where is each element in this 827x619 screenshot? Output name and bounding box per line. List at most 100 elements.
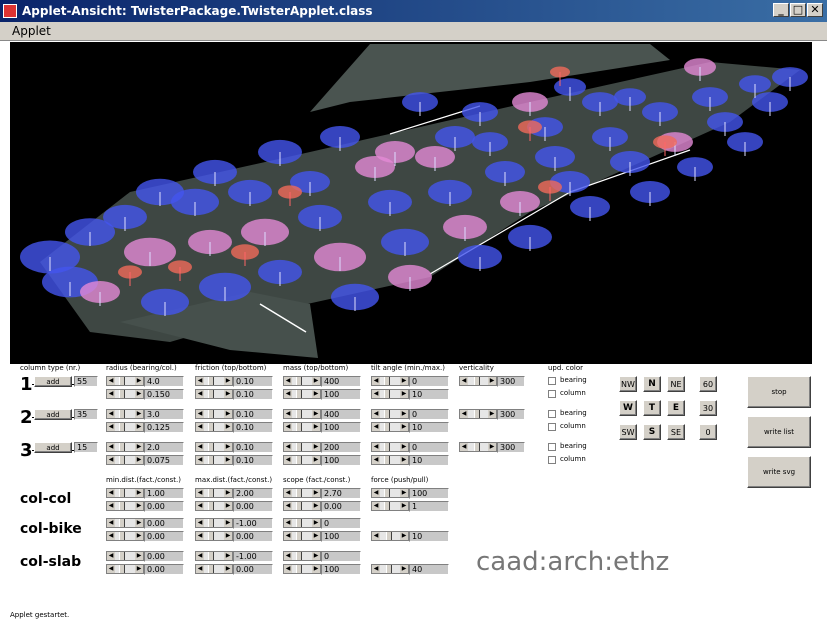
arrow-right-icon[interactable]: ▶ [135, 519, 143, 527]
arrow-right-icon[interactable]: ▶ [312, 410, 320, 418]
slider-thumb[interactable] [119, 532, 125, 540]
arrow-left-icon[interactable]: ◀ [107, 565, 115, 573]
arrow-right-icon[interactable]: ▶ [224, 489, 232, 497]
view-nw-button[interactable]: NW [619, 376, 637, 392]
max-dist-field-2[interactable]: 0.00 [233, 564, 273, 575]
arrow-left-icon[interactable]: ◀ [372, 489, 380, 497]
arrow-right-icon[interactable]: ▶ [312, 552, 320, 560]
arrow-right-icon[interactable]: ▶ [400, 532, 408, 540]
friction-field-1[interactable]: 0.10 [233, 442, 273, 453]
arrow-right-icon[interactable]: ▶ [135, 423, 143, 431]
radius-field-2[interactable]: 0.125 [144, 422, 184, 433]
slider-thumb[interactable] [384, 456, 390, 464]
arrow-left-icon[interactable]: ◀ [284, 502, 292, 510]
max-dist-slider-2[interactable]: ◀ ▶ [195, 564, 233, 574]
arrow-left-icon[interactable]: ◀ [284, 489, 292, 497]
arrow-left-icon[interactable]: ◀ [372, 377, 380, 385]
tilt-slider-1[interactable]: ◀ ▶ [371, 409, 409, 419]
slider-thumb[interactable] [208, 410, 214, 418]
tilt-slider-2[interactable]: ◀ ▶ [371, 422, 409, 432]
menu-applet[interactable]: Applet [12, 24, 51, 38]
write-svg-button[interactable]: write svg [747, 456, 811, 488]
arrow-right-icon[interactable]: ▶ [312, 519, 320, 527]
mass-slider-1[interactable]: ◀ ▶ [283, 409, 321, 419]
tilt-field-1[interactable]: 0 [409, 376, 449, 387]
slider-thumb[interactable] [208, 502, 214, 510]
arrow-left-icon[interactable]: ◀ [372, 390, 380, 398]
arrow-left-icon[interactable]: ◀ [196, 532, 204, 540]
arrow-right-icon[interactable]: ▶ [224, 532, 232, 540]
radius-field-2[interactable]: 0.150 [144, 389, 184, 400]
force-slider-2[interactable]: ◀ ▶ [371, 501, 409, 511]
mass-field-1[interactable]: 200 [321, 442, 361, 453]
slider-thumb[interactable] [474, 377, 480, 385]
min-dist-field-2[interactable]: 0.00 [144, 531, 184, 542]
mass-slider-2[interactable]: ◀ ▶ [283, 455, 321, 465]
slider-thumb[interactable] [208, 377, 214, 385]
mass-field-1[interactable]: 400 [321, 409, 361, 420]
mass-field-2[interactable]: 100 [321, 455, 361, 466]
arrow-right-icon[interactable]: ▶ [400, 377, 408, 385]
friction-slider-1[interactable]: ◀ ▶ [195, 442, 233, 452]
column-count-field[interactable]: 15 [74, 442, 98, 453]
arrow-left-icon[interactable]: ◀ [107, 489, 115, 497]
arrow-left-icon[interactable]: ◀ [196, 390, 204, 398]
arrow-left-icon[interactable]: ◀ [196, 489, 204, 497]
view-n-button[interactable]: N [643, 376, 661, 392]
arrow-right-icon[interactable]: ▶ [400, 443, 408, 451]
arrow-right-icon[interactable]: ▶ [312, 565, 320, 573]
mass-field-2[interactable]: 100 [321, 389, 361, 400]
tilt-field-2[interactable]: 10 [409, 422, 449, 433]
color-bearing-checkbox[interactable] [548, 410, 556, 418]
slider-thumb[interactable] [119, 565, 125, 573]
arrow-right-icon[interactable]: ▶ [400, 489, 408, 497]
slider-thumb[interactable] [296, 489, 302, 497]
simulation-canvas[interactable] [10, 42, 812, 364]
verticality-slider[interactable]: ◀ ▶ [459, 442, 497, 452]
add-column-button[interactable]: add [34, 442, 72, 453]
arrow-left-icon[interactable]: ◀ [372, 532, 380, 540]
color-bearing-checkbox[interactable] [548, 443, 556, 451]
radius-field-1[interactable]: 3.0 [144, 409, 184, 420]
arrow-left-icon[interactable]: ◀ [284, 423, 292, 431]
slider-thumb[interactable] [296, 532, 302, 540]
slider-thumb[interactable] [208, 489, 214, 497]
slider-thumb[interactable] [384, 502, 390, 510]
arrow-right-icon[interactable]: ▶ [135, 390, 143, 398]
friction-field-1[interactable]: 0.10 [233, 409, 273, 420]
arrow-left-icon[interactable]: ◀ [196, 456, 204, 464]
arrow-left-icon[interactable]: ◀ [107, 502, 115, 510]
tilt-slider-1[interactable]: ◀ ▶ [371, 442, 409, 452]
scope-field-2[interactable]: 100 [321, 531, 361, 542]
arrow-right-icon[interactable]: ▶ [312, 423, 320, 431]
arrow-left-icon[interactable]: ◀ [284, 410, 292, 418]
arrow-right-icon[interactable]: ▶ [224, 377, 232, 385]
slider-thumb[interactable] [119, 552, 125, 560]
arrow-right-icon[interactable]: ▶ [488, 377, 496, 385]
arrow-left-icon[interactable]: ◀ [107, 443, 115, 451]
slider-thumb[interactable] [208, 532, 214, 540]
arrow-right-icon[interactable]: ▶ [312, 532, 320, 540]
force-slider-1[interactable]: ◀ ▶ [371, 488, 409, 498]
arrow-right-icon[interactable]: ▶ [312, 502, 320, 510]
force-field[interactable]: 10 [409, 531, 449, 542]
arrow-left-icon[interactable]: ◀ [196, 552, 204, 560]
slider-thumb[interactable] [119, 423, 125, 431]
force-field-1[interactable]: 100 [409, 488, 449, 499]
maximize-button[interactable]: □ [790, 3, 806, 17]
arrow-left-icon[interactable]: ◀ [284, 532, 292, 540]
radius-field-1[interactable]: 4.0 [144, 376, 184, 387]
friction-slider-1[interactable]: ◀ ▶ [195, 376, 233, 386]
max-dist-slider-1[interactable]: ◀ ▶ [195, 518, 233, 528]
min-dist-slider-2[interactable]: ◀ ▶ [106, 531, 144, 541]
mass-slider-1[interactable]: ◀ ▶ [283, 376, 321, 386]
min-dist-slider-1[interactable]: ◀ ▶ [106, 518, 144, 528]
slider-thumb[interactable] [296, 456, 302, 464]
friction-field-1[interactable]: 0.10 [233, 376, 273, 387]
tilt-field-2[interactable]: 10 [409, 455, 449, 466]
arrow-left-icon[interactable]: ◀ [284, 565, 292, 573]
slider-thumb[interactable] [384, 377, 390, 385]
verticality-field[interactable]: 300 [497, 376, 525, 387]
arrow-left-icon[interactable]: ◀ [372, 456, 380, 464]
slider-thumb[interactable] [386, 532, 392, 540]
